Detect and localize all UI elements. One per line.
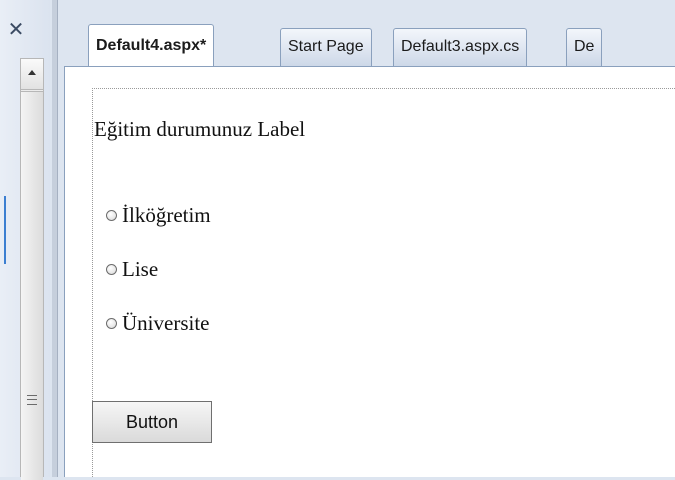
tool-panel: ✕ [0,0,50,480]
radio-button[interactable] [106,317,117,329]
tab-partial[interactable]: De [566,28,603,66]
vertical-scrollbar[interactable] [20,58,44,480]
tab-default4-aspx[interactable]: Default4.aspx* [88,24,215,68]
scrollbar-thumb[interactable] [21,91,43,480]
tab-start-page[interactable]: Start Page [280,28,372,66]
radio-option-ilkogretim[interactable]: İlköğretim [106,201,211,229]
radio-label: Lise [122,256,159,281]
education-label: Eğitim durumunuz Label [94,117,306,141]
chevron-up-icon[interactable] [21,59,43,90]
submit-button[interactable]: Button [92,401,212,443]
radio-label: İlköğretim [122,202,211,227]
document-tab-strip: Default4.aspx* Start Page Default3.aspx.… [58,0,675,68]
selection-marker [4,196,6,264]
radio-button[interactable] [106,263,117,275]
panel-divider[interactable] [52,0,58,477]
radio-label: Üniversite [122,310,210,335]
radio-button[interactable] [106,209,117,221]
tab-default3-aspx-cs[interactable]: Default3.aspx.cs [393,28,528,66]
radio-option-lise[interactable]: Lise [106,255,158,283]
close-icon[interactable]: ✕ [6,20,26,40]
grip-icon [27,395,37,405]
radio-option-universite[interactable]: Üniversite [106,309,209,337]
